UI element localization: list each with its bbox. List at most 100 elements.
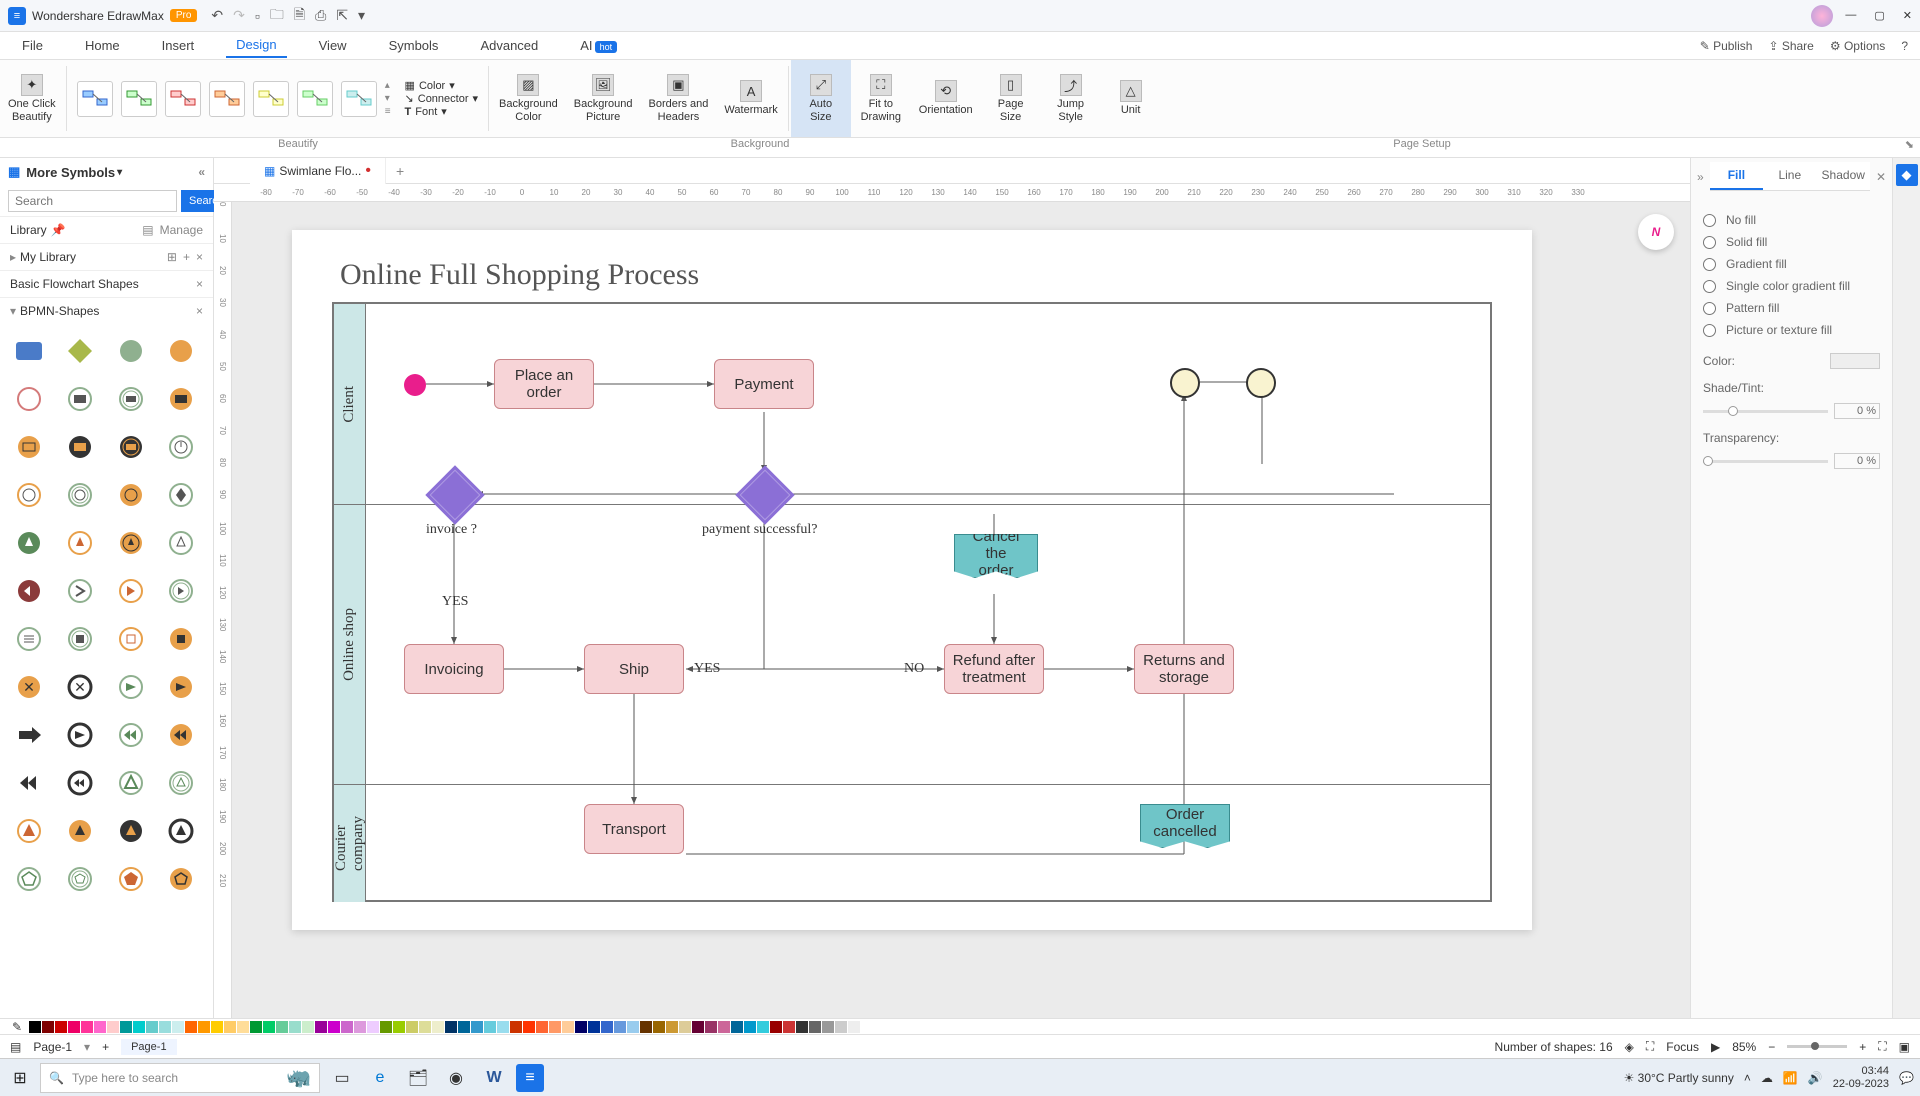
palette-swatch[interactable] [198,1021,210,1033]
weather-widget[interactable]: ☀ 30°C Partly sunny [1624,1071,1734,1085]
theme-preset-3[interactable] [165,81,201,117]
palette-swatch[interactable] [666,1021,678,1033]
background-color[interactable]: ▨Background Color [491,60,566,137]
eyedropper-icon[interactable]: ✎ [12,1020,22,1034]
flowchart-title[interactable]: Online Full Shopping Process [340,258,699,292]
tray-chevron-icon[interactable]: ˄ [1744,1071,1751,1085]
tray-wifi-icon[interactable]: 📶 [1783,1071,1798,1085]
tab-shadow[interactable]: Shadow [1817,162,1870,190]
palette-swatch[interactable] [588,1021,600,1033]
node-cancel[interactable]: Cancel the order [954,534,1038,578]
shape-escalation-dbl[interactable] [112,524,150,562]
shape-parallel-orange[interactable] [112,620,150,658]
shape-escalation-orange[interactable] [61,524,99,562]
zoom-in-icon[interactable]: + [1859,1040,1866,1054]
radio-single-color[interactable] [1703,280,1716,293]
borders-headers[interactable]: ▣Borders and Headers [640,60,716,137]
transparency-value[interactable]: 0 % [1834,453,1880,469]
ai-assistant-icon[interactable]: N [1638,214,1674,250]
palette-swatch[interactable] [55,1021,67,1033]
node-invoicing[interactable]: Invoicing [404,644,504,694]
palette-swatch[interactable] [302,1021,314,1033]
shape-task[interactable] [10,332,48,370]
shape-triangle-orange[interactable] [10,812,48,850]
palette-swatch[interactable] [224,1021,236,1033]
radio-no-fill[interactable] [1703,214,1716,227]
color-picker[interactable] [1830,353,1880,369]
shape-cancel-black[interactable]: ✕ [61,668,99,706]
gateway-payment[interactable] [735,465,794,524]
radio-solid-fill[interactable] [1703,236,1716,249]
auto-size[interactable]: ⤢Auto Size [791,60,851,137]
fit-page-icon[interactable]: ⛶ [1878,1039,1886,1054]
edrawmax-taskbar-icon[interactable]: ≡ [516,1064,544,1092]
tab-line[interactable]: Line [1763,162,1816,190]
shape-message-end[interactable] [162,380,200,418]
palette-swatch[interactable] [237,1021,249,1033]
theme-preset-1[interactable] [77,81,113,117]
shape-triangle-up-green2[interactable] [162,764,200,802]
palette-swatch[interactable] [614,1021,626,1033]
taskbar-search[interactable]: 🔍 Type here to search 🦏 [40,1063,320,1093]
shade-slider[interactable] [1703,410,1828,413]
collapse-panel-icon[interactable]: « [198,165,205,179]
export-icon[interactable]: ⇱ [336,7,348,24]
shape-timer-black[interactable] [61,428,99,466]
shape-triangle-up-green[interactable] [112,764,150,802]
print-icon[interactable]: ⎙ [315,7,326,24]
menu-view[interactable]: View [309,34,357,57]
tray-cloud-icon[interactable]: ☁ [1761,1071,1773,1085]
open-icon[interactable]: 🗀 [270,4,284,28]
close-section-icon[interactable]: × [196,277,203,291]
menu-symbols[interactable]: Symbols [379,34,449,57]
page-size[interactable]: ▯Page Size [981,60,1041,137]
shape-escalation[interactable] [10,428,48,466]
palette-swatch[interactable] [536,1021,548,1033]
node-refund[interactable]: Refund after treatment [944,644,1044,694]
theme-preset-5[interactable] [253,81,289,117]
theme-preset-6[interactable] [297,81,333,117]
orientation[interactable]: ⟲Orientation [911,60,981,137]
intermediate-event-1[interactable] [1170,368,1200,398]
undo-icon[interactable]: ↶ [211,7,223,24]
palette-swatch[interactable] [510,1021,522,1033]
lane-client[interactable]: Client [334,304,366,504]
palette-swatch[interactable] [328,1021,340,1033]
close-panel-icon[interactable]: ✕ [1876,170,1886,184]
palette-swatch[interactable] [94,1021,106,1033]
share-action[interactable]: ⇪ Share [1768,39,1813,53]
palette-swatch[interactable] [133,1021,145,1033]
palette-swatch[interactable] [848,1021,860,1033]
add-page-icon[interactable]: + [102,1040,109,1054]
lane-shop[interactable]: Online shop [334,504,366,784]
shape-event-circle[interactable] [10,380,48,418]
zoom-out-icon[interactable]: − [1768,1040,1775,1054]
shape-parallel-filled[interactable] [162,620,200,658]
play-icon[interactable]: ▶ [1711,1040,1720,1054]
palette-swatch[interactable] [185,1021,197,1033]
close-section-icon[interactable]: × [196,250,203,264]
node-cancelled[interactable]: Order cancelled [1140,804,1230,848]
shape-pentagon-green2[interactable] [61,860,99,898]
palette-swatch[interactable] [159,1021,171,1033]
shape-escalation-green[interactable] [10,524,48,562]
shape-arrow-circle[interactable] [61,716,99,754]
start-event[interactable] [404,374,426,396]
palette-swatch[interactable] [705,1021,717,1033]
lane-courier[interactable]: Courier company [334,784,366,902]
connector-dropdown[interactable]: ↘ Connector ▾ [405,92,479,105]
palette-swatch[interactable] [172,1021,184,1033]
redo-icon[interactable]: ↷ [233,7,245,24]
task-view-icon[interactable]: ▭ [326,1062,358,1094]
shape-rewind-black-circle[interactable] [61,764,99,802]
shape-triangle-orange-dbl[interactable] [61,812,99,850]
node-ship[interactable]: Ship [584,644,684,694]
shape-timer3[interactable] [61,476,99,514]
start-button[interactable]: ⊞ [6,1064,34,1092]
close-section-icon[interactable]: × [196,304,203,318]
palette-swatch[interactable] [484,1021,496,1033]
document-tab[interactable]: ▦ Swimlane Flo... • [250,158,386,184]
palette-swatch[interactable] [146,1021,158,1033]
palette-swatch[interactable] [315,1021,327,1033]
palette-swatch[interactable] [744,1021,756,1033]
